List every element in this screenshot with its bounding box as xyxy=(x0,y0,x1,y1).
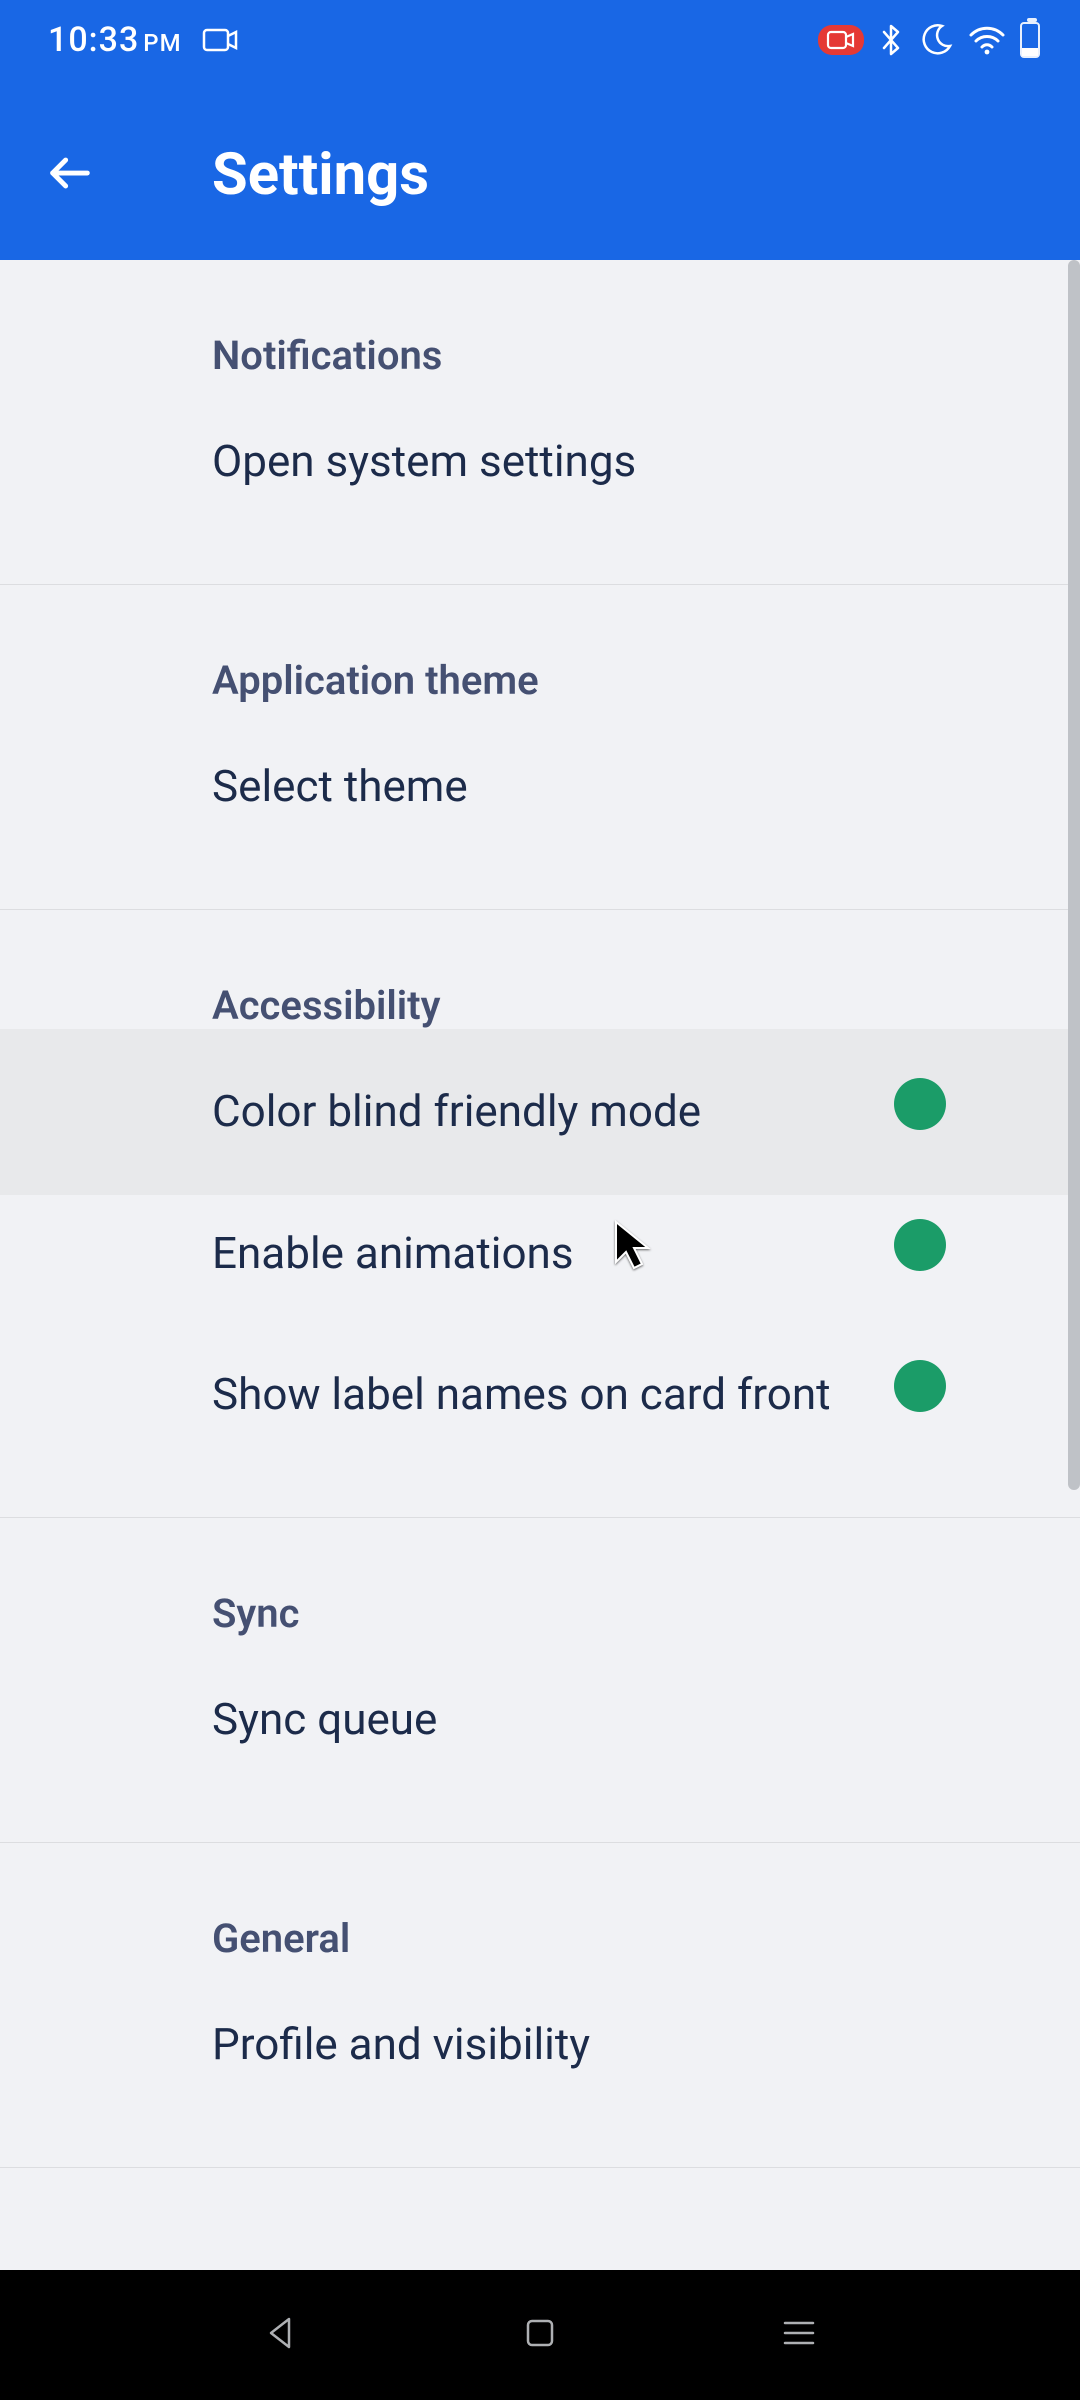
hamburger-recents-icon xyxy=(781,2318,817,2352)
settings-content[interactable]: Notifications Open system settings Appli… xyxy=(0,260,1080,2270)
item-label: Sync queue xyxy=(212,1691,1040,1748)
toggle-colorblind[interactable] xyxy=(940,1085,1040,1139)
item-profile-visibility[interactable]: Profile and visibility xyxy=(0,1962,1080,2127)
item-enable-animations[interactable]: Enable animations xyxy=(0,1195,1080,1336)
app-bar: Settings xyxy=(0,80,1080,260)
nav-home-button[interactable] xyxy=(524,2317,556,2353)
status-time-value: 10:33 xyxy=(48,20,139,60)
item-label: Enable animations xyxy=(212,1225,940,1282)
section-sync: Sync Sync queue xyxy=(0,1518,1080,1843)
status-bar: 10:33PM xyxy=(0,0,1080,80)
screen-record-icon xyxy=(202,26,240,54)
triangle-back-icon xyxy=(263,2315,299,2355)
square-home-icon xyxy=(524,2317,556,2353)
item-open-system-settings[interactable]: Open system settings xyxy=(0,379,1080,544)
toggle-thumb xyxy=(894,1078,946,1130)
section-header-accessibility: Accessibility xyxy=(0,910,1080,1029)
toggle-thumb xyxy=(894,1219,946,1271)
toggle-animations[interactable] xyxy=(940,1226,1040,1280)
back-button[interactable] xyxy=(0,147,140,203)
scrollbar-thumb[interactable] xyxy=(1068,260,1080,1490)
bluetooth-icon xyxy=(878,22,904,58)
item-select-theme[interactable]: Select theme xyxy=(0,704,1080,869)
section-notifications: Notifications Open system settings xyxy=(0,260,1080,585)
section-general: General Profile and visibility xyxy=(0,1843,1080,2168)
item-show-label-names[interactable]: Show label names on card front xyxy=(0,1336,1080,1477)
page-title: Settings xyxy=(140,141,429,209)
item-label: Open system settings xyxy=(212,433,1040,490)
section-header-sync: Sync xyxy=(0,1518,1080,1637)
item-label: Show label names on card front xyxy=(212,1366,940,1423)
toggle-label-names[interactable] xyxy=(940,1367,1040,1421)
nav-back-button[interactable] xyxy=(263,2315,299,2355)
status-right xyxy=(818,22,1040,58)
system-nav-bar xyxy=(0,2270,1080,2400)
toggle-thumb xyxy=(894,1360,946,1412)
section-header-notifications: Notifications xyxy=(0,260,1080,379)
item-label: Select theme xyxy=(212,758,1040,815)
wifi-icon xyxy=(968,25,1006,55)
recording-badge-icon xyxy=(818,25,864,55)
section-theme: Application theme Select theme xyxy=(0,585,1080,910)
arrow-left-icon xyxy=(44,147,96,203)
section-header-general: General xyxy=(0,1843,1080,1962)
status-ampm: PM xyxy=(143,29,181,57)
item-sync-queue[interactable]: Sync queue xyxy=(0,1637,1080,1802)
section-header-theme: Application theme xyxy=(0,585,1080,704)
item-label: Color blind friendly mode xyxy=(212,1083,940,1140)
status-left: 10:33PM xyxy=(48,20,240,60)
item-label: Profile and visibility xyxy=(212,2016,1040,2073)
battery-icon xyxy=(1020,22,1040,58)
item-colorblind-mode[interactable]: Color blind friendly mode xyxy=(0,1029,1080,1194)
dnd-moon-icon xyxy=(918,22,954,58)
status-time: 10:33PM xyxy=(48,20,182,60)
section-accessibility: Accessibility Color blind friendly mode … xyxy=(0,910,1080,1518)
nav-recents-button[interactable] xyxy=(781,2318,817,2352)
